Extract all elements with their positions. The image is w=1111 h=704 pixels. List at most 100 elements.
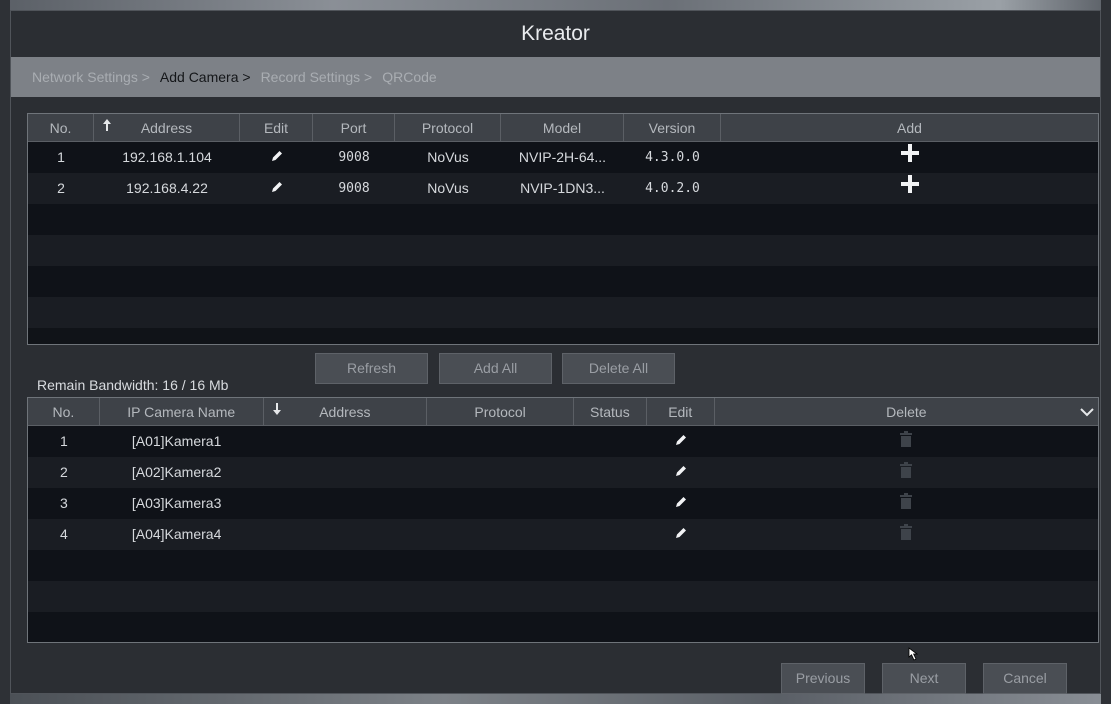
trash-icon[interactable] (899, 427, 913, 458)
step-record-settings[interactable]: Record Settings > (261, 69, 373, 85)
trash-icon[interactable] (899, 489, 913, 520)
delete-all-button[interactable]: Delete All (562, 353, 675, 384)
plus-icon[interactable] (900, 143, 920, 174)
cell-no: 2 (57, 180, 65, 196)
table-row[interactable]: 1 [A01]Kamera1 (28, 426, 1098, 457)
cell-edit (647, 488, 715, 519)
cell-add (721, 142, 1098, 173)
table-row[interactable]: 4 [A04]Kamera4 (28, 519, 1098, 550)
remain-bandwidth: Remain Bandwidth: 16 / 16 Mb (37, 377, 229, 393)
cell-camera-name: [A01]Kamera1 (131, 433, 222, 449)
cell-add (721, 173, 1098, 204)
cell-version: 4.0.2.0 (645, 181, 700, 196)
cell-edit (647, 519, 715, 550)
cell-no: 4 (60, 526, 68, 542)
cell-edit (240, 142, 313, 173)
empty-row (28, 266, 1098, 297)
col-model[interactable]: Model (501, 114, 624, 142)
table-header: No. IP Camera Name Address Protocol Stat… (28, 398, 1098, 426)
table-row[interactable]: 1 192.168.1.104 9008 NoVus NVIP-2H-64...… (28, 142, 1098, 173)
added-cameras-table: No. IP Camera Name Address Protocol Stat… (27, 397, 1099, 643)
col-delete[interactable]: Delete (715, 398, 1098, 426)
pencil-icon[interactable] (674, 458, 688, 489)
cell-protocol (427, 519, 574, 550)
trash-icon[interactable] (899, 458, 913, 489)
trash-icon[interactable] (899, 520, 913, 551)
previous-button[interactable]: Previous (781, 663, 865, 694)
pencil-icon[interactable] (674, 489, 688, 520)
cell-protocol (427, 488, 574, 519)
plus-icon[interactable] (900, 174, 920, 205)
col-protocol[interactable]: Protocol (395, 114, 501, 142)
refresh-button[interactable]: Refresh (315, 353, 428, 384)
cell-edit (240, 173, 313, 204)
col-address[interactable]: Address (94, 114, 240, 142)
step-network-settings[interactable]: Network Settings > (32, 69, 150, 85)
cell-camera-name: [A03]Kamera3 (131, 495, 222, 511)
background-strip-right (1101, 0, 1111, 704)
cell-status (574, 426, 647, 457)
pencil-icon[interactable] (674, 427, 688, 458)
col-address[interactable]: Address (264, 398, 428, 426)
table-row[interactable]: 3 [A03]Kamera3 (28, 488, 1098, 519)
cell-address: 192.168.4.22 (126, 180, 208, 196)
empty-row (28, 235, 1098, 266)
col-add[interactable]: Add (721, 114, 1098, 142)
table-header: No. Address Edit Port Protocol Model Ver… (28, 114, 1098, 142)
step-add-camera[interactable]: Add Camera > (160, 69, 251, 85)
table-row[interactable]: 2 [A02]Kamera2 (28, 457, 1098, 488)
cell-no: 3 (60, 495, 68, 511)
col-edit[interactable]: Edit (647, 398, 715, 426)
step-qrcode[interactable]: QRCode (382, 69, 436, 85)
cell-port: 9008 (338, 150, 370, 165)
pencil-icon[interactable] (674, 520, 688, 551)
cell-protocol (427, 457, 574, 488)
cell-status (574, 519, 647, 550)
wizard-dialog: Kreator Network Settings > Add Camera > … (10, 10, 1101, 694)
col-version[interactable]: Version (624, 114, 721, 142)
cell-protocol: NoVus (427, 149, 469, 165)
cell-address (264, 519, 428, 550)
col-address-label: Address (140, 120, 193, 136)
cell-port: 9008 (338, 181, 370, 196)
wizard-steps: Network Settings > Add Camera > Record S… (11, 57, 1100, 97)
col-no[interactable]: No. (28, 398, 100, 426)
col-status[interactable]: Status (574, 398, 647, 426)
empty-row (28, 581, 1098, 612)
add-all-button[interactable]: Add All (439, 353, 552, 384)
col-delete-label: Delete (886, 404, 927, 420)
empty-row (28, 550, 1098, 581)
col-ip-camera-name[interactable]: IP Camera Name (100, 398, 264, 426)
cell-delete (715, 457, 1098, 488)
col-address-label: Address (319, 404, 371, 420)
pencil-icon[interactable] (270, 143, 284, 174)
cell-camera-name: [A04]Kamera4 (131, 526, 222, 542)
cell-edit (647, 457, 715, 488)
cell-version: 4.3.0.0 (645, 150, 700, 165)
cell-delete (715, 426, 1098, 457)
cell-no: 1 (57, 149, 65, 165)
col-protocol[interactable]: Protocol (427, 398, 574, 426)
background-strip-top (0, 0, 1111, 10)
empty-row (28, 612, 1098, 642)
cell-no: 1 (60, 433, 68, 449)
background-strip-bottom (0, 694, 1111, 704)
cell-address: 192.168.1.104 (122, 149, 212, 165)
search-results-table: No. Address Edit Port Protocol Model Ver… (27, 113, 1099, 345)
cancel-button[interactable]: Cancel (983, 663, 1067, 694)
arrow-up-icon (102, 114, 112, 142)
dialog-title: Kreator (11, 11, 1100, 57)
col-edit[interactable]: Edit (240, 114, 313, 142)
table-row[interactable]: 2 192.168.4.22 9008 NoVus NVIP-1DN3... 4… (28, 173, 1098, 204)
chevron-down-icon[interactable] (1076, 398, 1098, 426)
col-no[interactable]: No. (28, 114, 94, 142)
cell-camera-name: [A02]Kamera2 (131, 464, 222, 480)
col-port[interactable]: Port (313, 114, 395, 142)
cell-model: NVIP-1DN3... (520, 180, 605, 196)
cell-model: NVIP-2H-64... (518, 149, 607, 165)
arrow-down-icon (272, 398, 282, 426)
mouse-cursor-icon (908, 647, 920, 666)
next-button[interactable]: Next (882, 663, 966, 694)
empty-row (28, 204, 1098, 235)
pencil-icon[interactable] (270, 174, 284, 205)
